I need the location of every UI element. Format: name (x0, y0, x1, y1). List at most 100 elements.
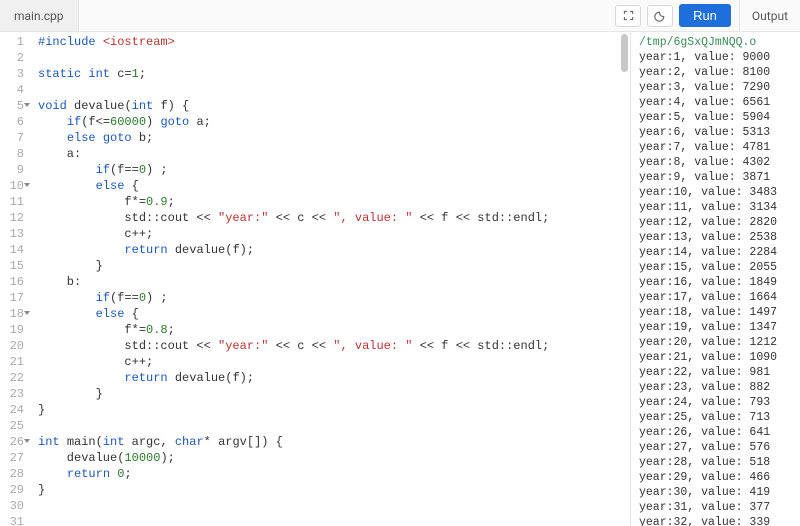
code-line[interactable]: } (38, 258, 630, 274)
editor-scrollbar[interactable] (621, 34, 628, 72)
output-line: year:25, value: 713 (639, 410, 796, 425)
output-line: year:2, value: 8100 (639, 65, 796, 80)
output-line: year:32, value: 339 (639, 515, 796, 526)
output-line: year:20, value: 1212 (639, 335, 796, 350)
code-line[interactable]: return devalue(f); (38, 370, 630, 386)
output-line: year:28, value: 518 (639, 455, 796, 470)
line-number: 2 (0, 50, 24, 66)
line-number: 24 (0, 402, 24, 418)
output-line: year:15, value: 2055 (639, 260, 796, 275)
line-number: 13 (0, 226, 24, 242)
line-number: 22 (0, 370, 24, 386)
line-number: 20 (0, 338, 24, 354)
code-line[interactable]: a: (38, 146, 630, 162)
line-number: 8 (0, 146, 24, 162)
line-gutter: 1234567891011121314151617181920212223242… (0, 32, 30, 526)
output-line: year:24, value: 793 (639, 395, 796, 410)
code-line[interactable]: devalue(10000); (38, 450, 630, 466)
ide-root: main.cpp Run Output 12345678910111213141… (0, 0, 800, 526)
code-line[interactable]: f*=0.9; (38, 194, 630, 210)
line-number: 10 (0, 178, 24, 194)
output-line: year:5, value: 5904 (639, 110, 796, 125)
output-line: year:17, value: 1664 (639, 290, 796, 305)
code-line[interactable]: else { (38, 178, 630, 194)
code-line[interactable] (38, 514, 630, 526)
line-number: 31 (0, 514, 24, 526)
code-line[interactable]: return 0; (38, 466, 630, 482)
code-line[interactable]: void devalue(int f) { (38, 98, 630, 114)
file-tab[interactable]: main.cpp (0, 0, 79, 31)
main-area: 1234567891011121314151617181920212223242… (0, 32, 800, 526)
line-number: 27 (0, 450, 24, 466)
line-number: 15 (0, 258, 24, 274)
code-line[interactable]: std::cout << "year:" << c << ", value: "… (38, 338, 630, 354)
code-line[interactable] (38, 82, 630, 98)
code-line[interactable]: f*=0.8; (38, 322, 630, 338)
code-line[interactable] (38, 418, 630, 434)
output-line: year:13, value: 2538 (639, 230, 796, 245)
output-line: year:4, value: 6561 (639, 95, 796, 110)
output-panel: /tmp/6gSxQJmNQQ.o year:1, value: 9000yea… (630, 32, 800, 526)
output-line: year:30, value: 419 (639, 485, 796, 500)
output-line: year:9, value: 3871 (639, 170, 796, 185)
theme-toggle-button[interactable] (647, 5, 673, 27)
code-line[interactable]: c++; (38, 354, 630, 370)
line-number: 19 (0, 322, 24, 338)
output-line: year:26, value: 641 (639, 425, 796, 440)
code-line[interactable]: return devalue(f); (38, 242, 630, 258)
code-line[interactable]: else { (38, 306, 630, 322)
code-line[interactable]: c++; (38, 226, 630, 242)
topbar: main.cpp Run Output (0, 0, 800, 32)
line-number: 4 (0, 82, 24, 98)
code-line[interactable]: else goto b; (38, 130, 630, 146)
line-number: 26 (0, 434, 24, 450)
line-number: 23 (0, 386, 24, 402)
output-line: year:18, value: 1497 (639, 305, 796, 320)
output-title: Output (740, 9, 800, 23)
code-line[interactable]: if(f<=60000) goto a; (38, 114, 630, 130)
line-number: 1 (0, 34, 24, 50)
output-line: year:12, value: 2820 (639, 215, 796, 230)
output-header: /tmp/6gSxQJmNQQ.o (639, 35, 796, 50)
line-number: 28 (0, 466, 24, 482)
code-area[interactable]: #include <iostream> static int c=1; void… (30, 32, 630, 526)
line-number: 25 (0, 418, 24, 434)
output-line: year:10, value: 3483 (639, 185, 796, 200)
output-line: year:6, value: 5313 (639, 125, 796, 140)
line-number: 9 (0, 162, 24, 178)
line-number: 5 (0, 98, 24, 114)
fullscreen-icon (622, 9, 635, 22)
code-line[interactable]: int main(int argc, char* argv[]) { (38, 434, 630, 450)
code-line[interactable]: } (38, 482, 630, 498)
code-line[interactable]: b: (38, 274, 630, 290)
code-line[interactable]: } (38, 386, 630, 402)
output-line: year:1, value: 9000 (639, 50, 796, 65)
line-number: 16 (0, 274, 24, 290)
code-editor[interactable]: 1234567891011121314151617181920212223242… (0, 32, 630, 526)
code-line[interactable] (38, 50, 630, 66)
code-line[interactable]: if(f==0) ; (38, 290, 630, 306)
line-number: 18 (0, 306, 24, 322)
output-line: year:22, value: 981 (639, 365, 796, 380)
output-line: year:16, value: 1849 (639, 275, 796, 290)
line-number: 14 (0, 242, 24, 258)
output-line: year:8, value: 4302 (639, 155, 796, 170)
code-line[interactable]: } (38, 402, 630, 418)
run-button[interactable]: Run (679, 4, 731, 27)
fullscreen-button[interactable] (615, 5, 641, 27)
line-number: 12 (0, 210, 24, 226)
code-line[interactable]: std::cout << "year:" << c << ", value: "… (38, 210, 630, 226)
output-line: year:19, value: 1347 (639, 320, 796, 335)
line-number: 17 (0, 290, 24, 306)
code-line[interactable]: #include <iostream> (38, 34, 630, 50)
code-line[interactable]: if(f==0) ; (38, 162, 630, 178)
line-number: 29 (0, 482, 24, 498)
output-line: year:29, value: 466 (639, 470, 796, 485)
output-line: year:3, value: 7290 (639, 80, 796, 95)
output-line: year:7, value: 4781 (639, 140, 796, 155)
code-line[interactable]: static int c=1; (38, 66, 630, 82)
output-line: year:21, value: 1090 (639, 350, 796, 365)
output-line: year:11, value: 3134 (639, 200, 796, 215)
output-rows: year:1, value: 9000year:2, value: 8100ye… (639, 50, 796, 526)
code-line[interactable] (38, 498, 630, 514)
